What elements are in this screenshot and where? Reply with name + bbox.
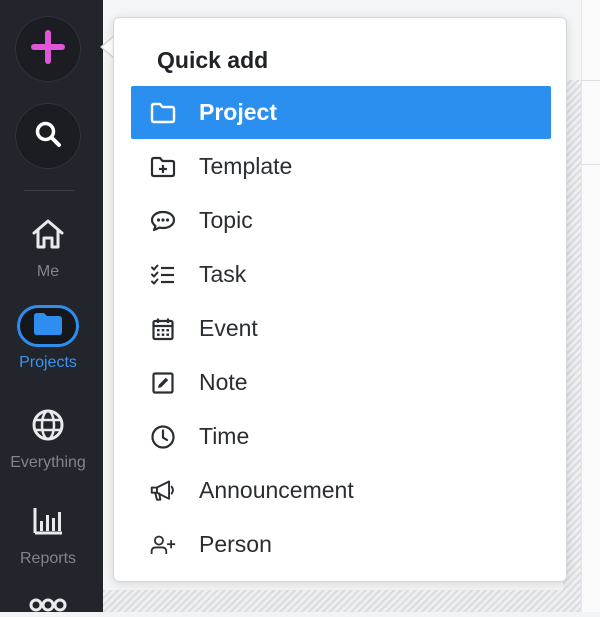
sidebar-item-people[interactable] bbox=[0, 596, 96, 617]
menu-item-event[interactable]: Event bbox=[131, 302, 551, 355]
menu-item-announcement[interactable]: Announcement bbox=[131, 464, 551, 517]
menu-item-label: Topic bbox=[199, 207, 253, 233]
sidebar-item-projects[interactable]: Projects bbox=[0, 305, 96, 372]
menu-item-label: Announcement bbox=[199, 477, 354, 503]
right-panel bbox=[581, 0, 600, 612]
menu-item-label: Event bbox=[199, 315, 258, 341]
menu-item-time[interactable]: Time bbox=[131, 410, 551, 463]
divider bbox=[581, 80, 600, 81]
search-button[interactable] bbox=[15, 103, 81, 169]
edit-note-icon bbox=[150, 370, 176, 396]
menu-item-label: Person bbox=[199, 531, 272, 557]
divider bbox=[581, 164, 600, 165]
sidebar-item-label: Me bbox=[36, 263, 60, 280]
menu-item-label: Task bbox=[199, 261, 247, 287]
sidebar-divider bbox=[24, 190, 74, 191]
menu-item-label: Template bbox=[199, 153, 293, 179]
sidebar-item-label: Reports bbox=[19, 550, 77, 567]
people-icon bbox=[0, 596, 96, 617]
calendar-icon bbox=[150, 316, 176, 342]
chat-bubble-icon bbox=[150, 208, 176, 234]
menu-item-note[interactable]: Note bbox=[131, 356, 551, 409]
plus-icon bbox=[29, 28, 67, 71]
folder-icon bbox=[33, 312, 63, 341]
sidebar-item-label: Everything bbox=[10, 454, 86, 471]
home-icon bbox=[0, 216, 96, 257]
menu-title: Quick add bbox=[157, 47, 269, 73]
hatched-footer bbox=[103, 590, 581, 612]
menu-item-label: Project bbox=[199, 99, 277, 125]
sidebar-item-reports[interactable]: Reports bbox=[0, 503, 96, 568]
clock-icon bbox=[150, 424, 176, 450]
globe-icon bbox=[0, 407, 96, 448]
quick-add-button[interactable] bbox=[15, 16, 81, 82]
menu-item-project[interactable]: Project bbox=[131, 86, 551, 139]
menu-item-label: Note bbox=[199, 369, 248, 395]
folder-plus-icon bbox=[150, 154, 176, 180]
checklist-icon bbox=[150, 262, 176, 288]
add-person-icon bbox=[150, 532, 176, 558]
menu-item-task[interactable]: Task bbox=[131, 248, 551, 301]
megaphone-icon bbox=[150, 478, 176, 504]
projects-pill bbox=[17, 305, 79, 347]
sidebar-item-everything[interactable]: Everything bbox=[0, 407, 96, 472]
folder-icon bbox=[150, 100, 176, 126]
menu-item-label: Time bbox=[199, 423, 250, 449]
menu-item-person[interactable]: Person bbox=[131, 518, 551, 571]
search-icon bbox=[34, 120, 62, 153]
quick-add-menu: Quick add Project Template Topic Task Ev… bbox=[113, 17, 567, 582]
left-sidebar: Me Projects Everything Reports bbox=[0, 0, 103, 612]
bar-chart-icon bbox=[0, 503, 96, 544]
sidebar-item-me[interactable]: Me bbox=[0, 216, 96, 281]
menu-item-topic[interactable]: Topic bbox=[131, 194, 551, 247]
menu-item-template[interactable]: Template bbox=[131, 140, 551, 193]
sidebar-item-label: Projects bbox=[19, 354, 77, 371]
